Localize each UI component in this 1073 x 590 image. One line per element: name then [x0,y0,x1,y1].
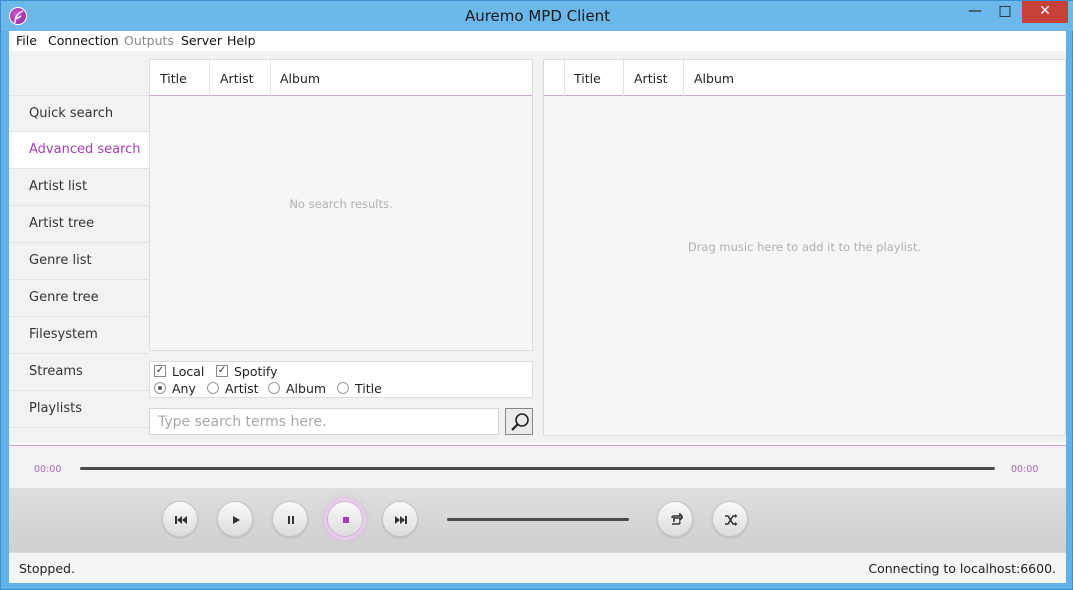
next-icon [395,516,407,524]
search-results-header: Title Artist Album [150,60,532,96]
menu-outputs[interactable]: Outputs [124,33,174,48]
seek-area: 00:00 00:00 [9,446,1066,488]
play-button[interactable] [217,501,253,537]
maximize-button[interactable]: □ [990,1,1020,23]
connection-status: Connecting to localhost:6600. [868,561,1056,576]
previous-icon [175,516,187,524]
nav-item-filesystem[interactable]: Filesystem [9,317,149,354]
playlist-header: Title Artist Album [544,60,1065,96]
search-button[interactable] [505,408,533,435]
window-title: Auremo MPD Client [464,7,611,25]
playlist-column-title[interactable]: Title [574,71,601,86]
nav-item-quick-search[interactable]: Quick search [9,95,149,132]
any-label: Any [172,381,196,396]
repeat-icon [671,513,683,525]
status-bar: Stopped. Connecting to localhost:6600. [9,552,1066,583]
elapsed-time: 00:00 [34,464,62,475]
nav-item-artist-list[interactable]: Artist list [9,169,149,206]
local-label: Local [172,364,205,379]
title-radio[interactable] [337,382,349,394]
previous-button[interactable] [162,501,198,537]
playlist-column-artist[interactable]: Artist [634,71,667,86]
playlist-panel[interactable]: Title Artist Album Drag music here to ad… [543,59,1066,436]
album-label: Album [286,381,327,396]
nav-item-artist-tree[interactable]: Artist tree [9,206,149,243]
column-artist[interactable]: Artist [220,71,253,86]
menu-file[interactable]: File [16,33,37,48]
main-content: Quick search Advanced search Artist list… [9,51,1066,443]
nav-item-playlists[interactable]: Playlists [9,391,149,428]
pause-icon [288,516,294,524]
nav-item-streams[interactable]: Streams [9,354,149,391]
nav-item-genre-list[interactable]: Genre list [9,243,149,280]
spotify-checkbox[interactable]: ✓ [216,365,228,377]
playlist-column-album[interactable]: Album [694,71,734,86]
menu-bar: File Connection Outputs Server Help [9,31,1066,51]
nav-item-advanced-search[interactable]: Advanced search [9,132,149,169]
shuffle-button[interactable] [712,501,748,537]
minimize-button[interactable]: — [960,1,990,23]
menu-server[interactable]: Server [181,33,222,48]
pause-button[interactable] [272,501,308,537]
remaining-time: 00:00 [1011,464,1039,475]
play-icon [233,516,240,524]
app-window: Auremo MPD Client — □ ✕ File Connection … [0,0,1073,590]
close-button[interactable]: ✕ [1022,1,1068,23]
spotify-label: Spotify [234,364,278,379]
title-bar[interactable]: Auremo MPD Client — □ ✕ [1,1,1073,31]
menu-connection[interactable]: Connection [48,33,119,48]
search-input[interactable] [149,408,499,435]
playback-controls [9,488,1066,552]
album-radio[interactable] [268,382,280,394]
nav-item-genre-tree[interactable]: Genre tree [9,280,149,317]
repeat-button[interactable] [657,501,693,537]
seek-bar[interactable] [80,467,995,470]
column-title[interactable]: Title [160,71,187,86]
no-results-message: No search results. [289,197,393,211]
column-album[interactable]: Album [280,71,320,86]
next-button[interactable] [382,501,418,537]
magnifier-icon [511,413,529,431]
any-radio[interactable] [154,382,166,394]
title-label: Title [355,381,382,396]
menu-help[interactable]: Help [227,33,256,48]
client-area: File Connection Outputs Server Help Quic… [9,31,1066,583]
search-filters: ✓ Local ✓ Spotify Any Artist Album Title [149,361,533,398]
artist-label: Artist [225,381,259,396]
artist-radio[interactable] [207,382,219,394]
search-results-panel: Title Artist Album No search results. [149,59,533,351]
status-text: Stopped. [19,561,75,576]
stop-icon [343,517,349,523]
shuffle-icon [725,514,738,526]
playlist-empty-message: Drag music here to add it to the playlis… [687,240,922,254]
local-checkbox[interactable]: ✓ [154,365,166,377]
stop-button[interactable] [327,501,363,537]
volume-slider[interactable] [447,518,629,521]
navigation-list: Quick search Advanced search Artist list… [9,95,149,428]
